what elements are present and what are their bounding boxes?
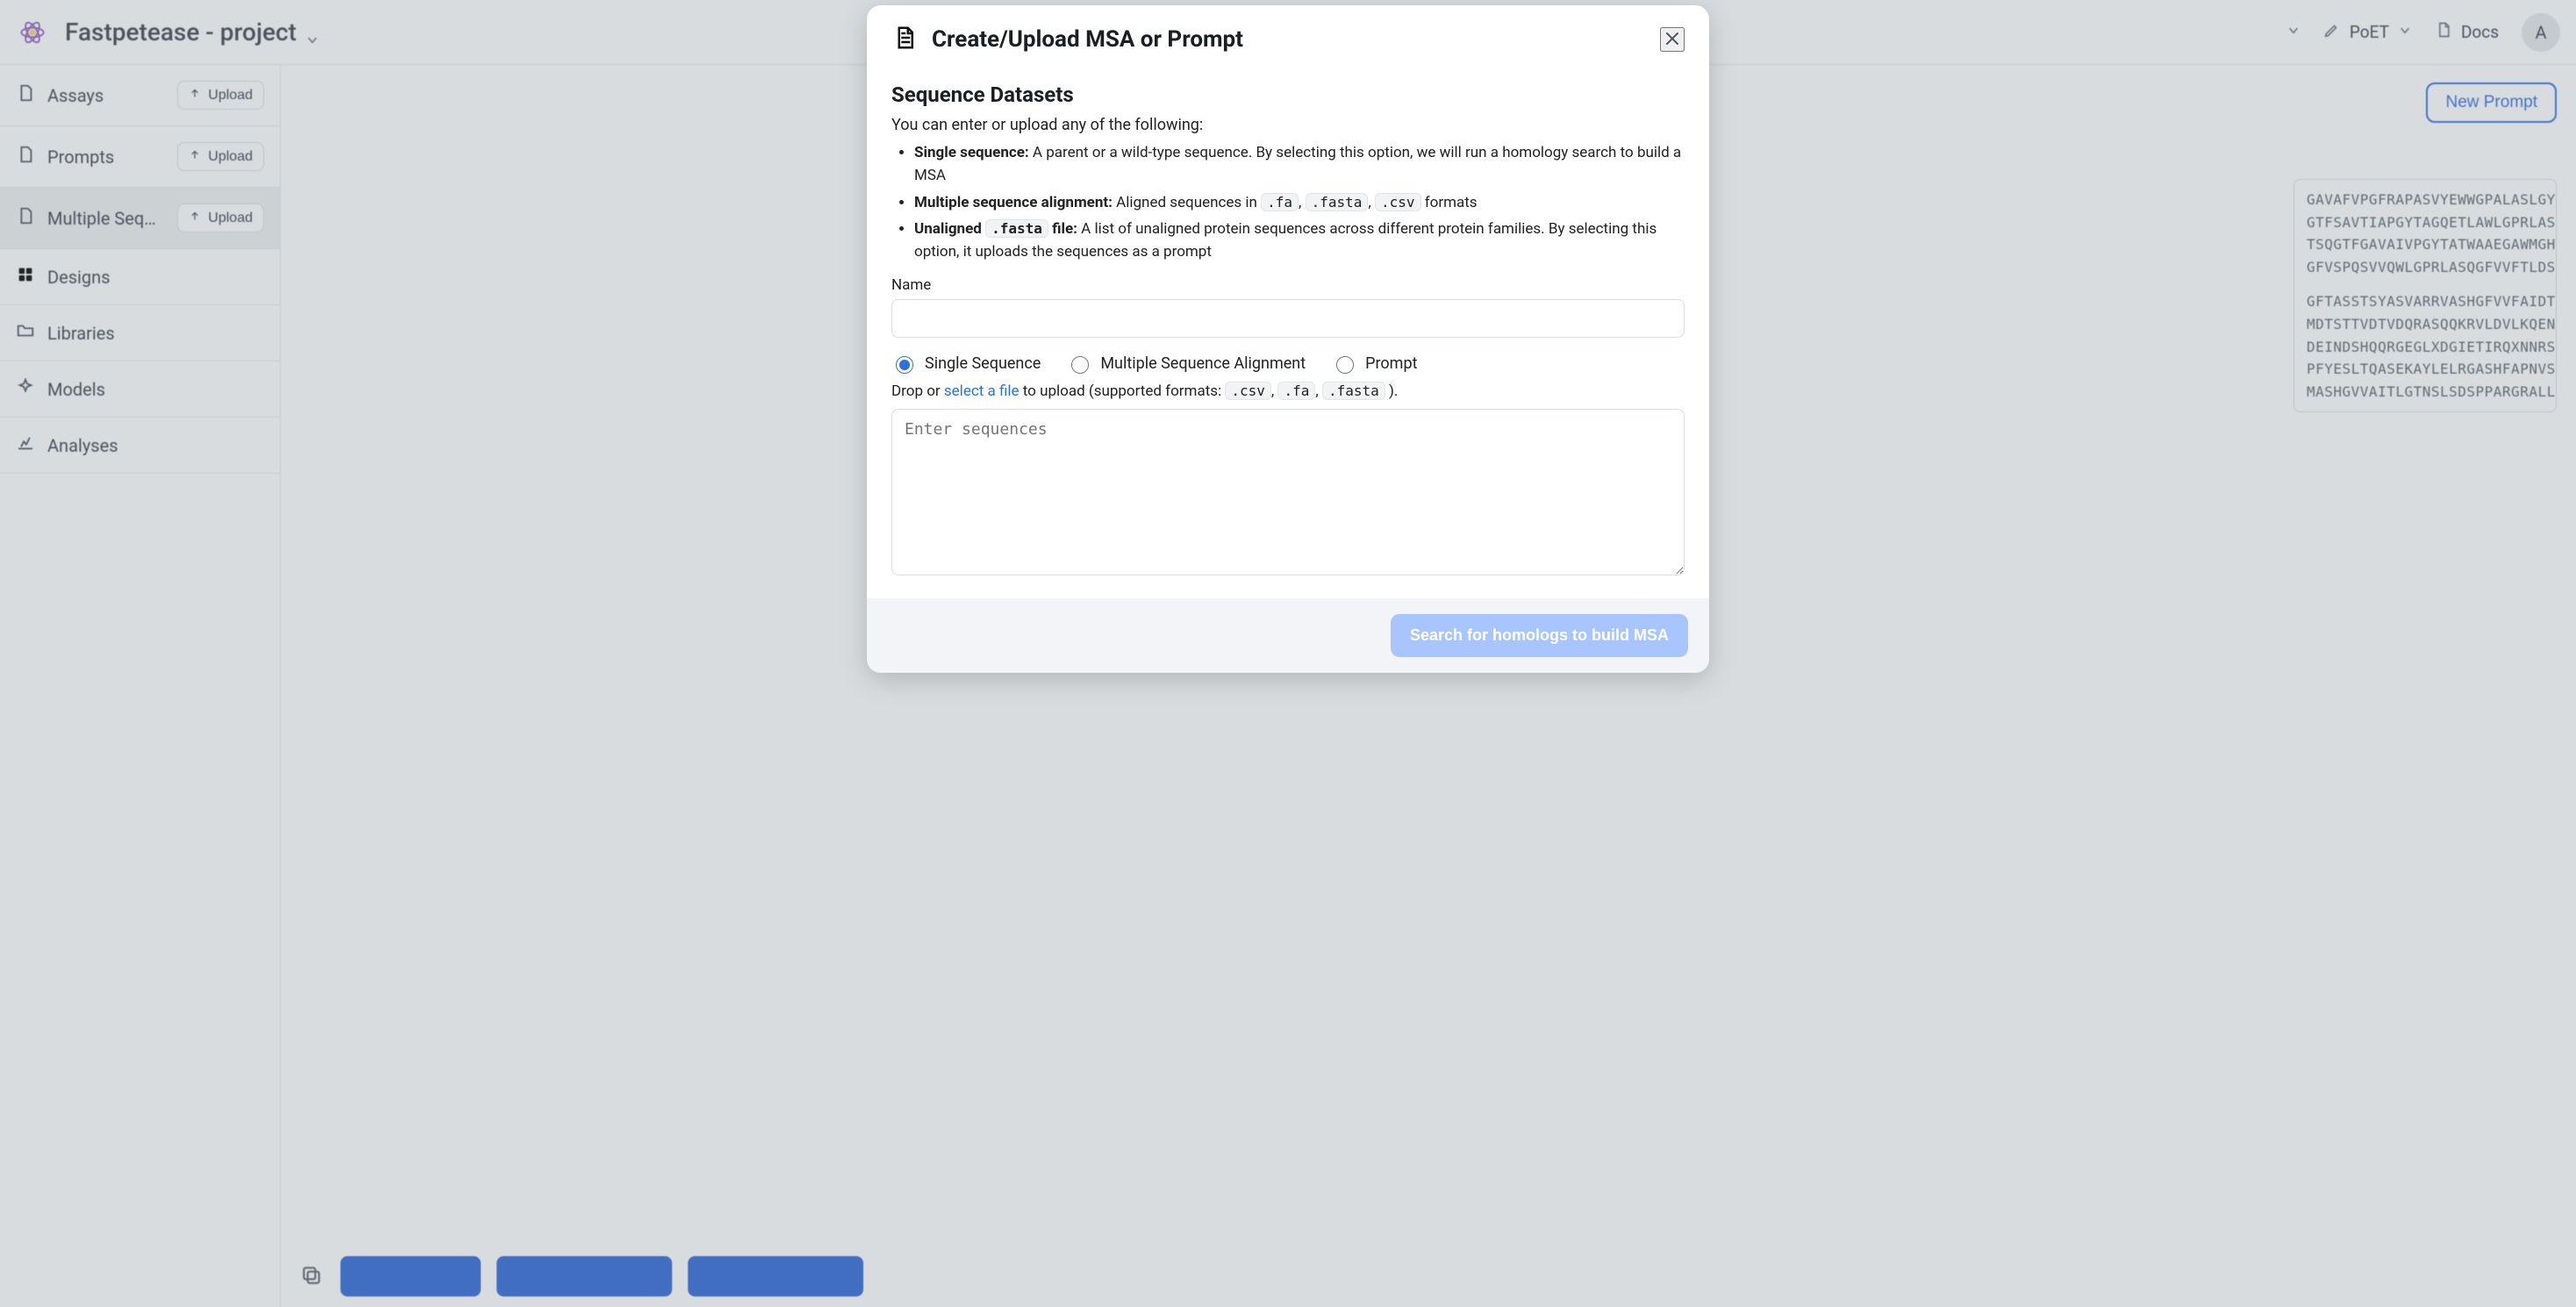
sequence-textarea[interactable] (891, 409, 1685, 575)
modal-footer: Search for homologs to build MSA (867, 598, 1709, 673)
radio-msa-label: Multiple Sequence Alignment (1100, 354, 1306, 373)
radio-msa-input[interactable] (1071, 356, 1089, 374)
bullet-msa-prefix: Aligned sequences in (1116, 194, 1261, 211)
bullet-single-label: Single sequence: (914, 144, 1029, 161)
radio-single-label: Single Sequence (925, 354, 1041, 373)
bullet-msa-suffix: formats (1425, 194, 1478, 211)
format-chip: .csv (1375, 193, 1421, 211)
radio-prompt-input[interactable] (1336, 356, 1354, 374)
name-input[interactable] (891, 299, 1685, 338)
modal: Create/Upload MSA or Prompt Sequence Dat… (867, 5, 1709, 673)
modal-title: Create/Upload MSA or Prompt (932, 26, 1243, 53)
document-icon (891, 25, 918, 54)
format-chip: .csv (1225, 382, 1271, 400)
select-file-link[interactable]: select a file (944, 382, 1020, 400)
close-button[interactable] (1660, 27, 1685, 52)
drop-prefix: Drop or (891, 382, 944, 400)
section-bullets: Single sequence: A parent or a wild-type… (891, 141, 1685, 264)
submit-label: Search for homologs to build MSA (1410, 626, 1669, 644)
bullet-msa-label: Multiple sequence alignment: (914, 194, 1113, 211)
format-chip: .fa (1277, 382, 1315, 400)
section-lead: You can enter or upload any of the follo… (891, 116, 1685, 134)
format-chip: .fasta (1306, 193, 1369, 211)
radio-prompt[interactable]: Prompt (1332, 354, 1417, 374)
bullet-single-desc: A parent or a wild-type sequence. By sel… (914, 144, 1681, 184)
drop-line: Drop or select a file to upload (support… (891, 382, 1685, 400)
format-chip: .fa (1261, 193, 1299, 211)
radio-row: Single Sequence Multiple Sequence Alignm… (891, 354, 1685, 374)
bullet-unaligned-code: .fasta (985, 219, 1048, 238)
radio-prompt-label: Prompt (1365, 354, 1417, 373)
bullet-unaligned-suffix: file: (1048, 220, 1077, 238)
radio-msa[interactable]: Multiple Sequence Alignment (1067, 354, 1306, 374)
drop-formats: .csv, .fa, .fasta (1225, 382, 1385, 400)
bullet-msa-formats: .fa, .fasta, .csv (1261, 194, 1420, 211)
submit-button[interactable]: Search for homologs to build MSA (1391, 614, 1688, 657)
name-label: Name (891, 276, 1685, 294)
radio-single-input[interactable] (896, 356, 913, 374)
drop-suffix: ). (1389, 382, 1398, 400)
radio-single[interactable]: Single Sequence (891, 354, 1041, 374)
drop-mid: to upload (supported formats: (1023, 382, 1226, 400)
section-title: Sequence Datasets (891, 82, 1685, 107)
bullet-unaligned-prefix: Unaligned (914, 220, 985, 238)
modal-overlay[interactable]: Create/Upload MSA or Prompt Sequence Dat… (0, 0, 2576, 1307)
close-icon (1662, 28, 1683, 52)
format-chip: .fasta (1322, 382, 1385, 400)
